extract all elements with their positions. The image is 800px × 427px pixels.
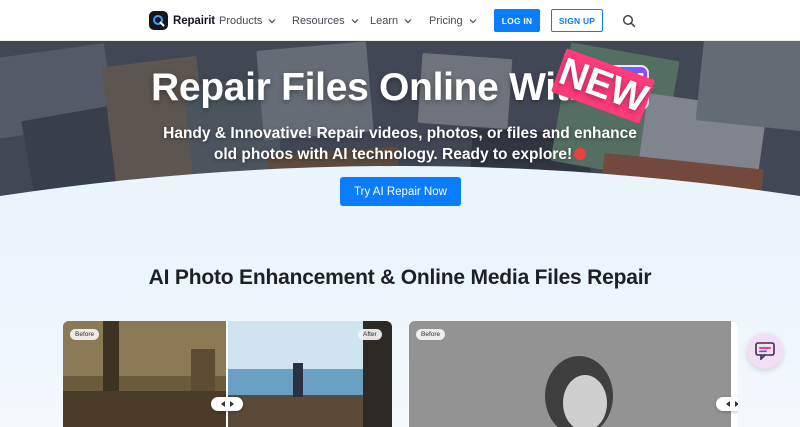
nav-item-label: Products: [219, 14, 263, 27]
chat-support-icon[interactable]: [747, 333, 783, 369]
photo-compare-card[interactable]: Before After: [63, 321, 392, 427]
chevron-down-icon: [268, 18, 276, 23]
features-section: AI Photo Enhancement & Online Media File…: [0, 236, 800, 427]
ai-badge-icon: AI NEW: [550, 48, 656, 124]
hero-subtitle-text: Handy & Innovative! Repair videos, photo…: [163, 125, 637, 163]
compare-slider-handle-icon[interactable]: [716, 397, 738, 411]
signup-button[interactable]: SIGN UP: [551, 9, 603, 32]
rocket-icon: [574, 148, 587, 160]
nav-item-learn[interactable]: Learn: [370, 13, 413, 28]
old-photo-preview: [409, 321, 738, 427]
repairit-logo-icon: [149, 11, 168, 30]
nav-item-label: Pricing: [429, 14, 463, 27]
after-label: After: [358, 329, 382, 340]
photo-enhance-card[interactable]: Before: [409, 321, 738, 427]
nav-item-label: Resources: [292, 14, 345, 27]
brand-name: Repairit: [173, 14, 216, 27]
chevron-down-icon: [404, 18, 412, 23]
nav-item-products[interactable]: Products: [219, 13, 277, 28]
login-button[interactable]: LOG IN: [494, 9, 540, 32]
chevron-down-icon: [469, 18, 477, 23]
search-icon[interactable]: [622, 14, 636, 28]
before-label: Before: [416, 329, 446, 340]
compare-slider-handle-icon[interactable]: [211, 397, 243, 411]
hero-banner: Repair Files Online With AI NEW Handy & …: [0, 41, 800, 236]
hero-title: Repair Files Online With AI NEW: [0, 48, 800, 124]
section-title: AI Photo Enhancement & Online Media File…: [148, 266, 652, 289]
hero-title-text: Repair Files Online With: [150, 65, 592, 109]
nav-item-pricing[interactable]: Pricing: [429, 13, 478, 28]
chevron-down-icon: [351, 18, 359, 23]
top-navigation: Repairit Products Resources Learn Pricin…: [0, 0, 800, 41]
nav-item-resources[interactable]: Resources: [292, 13, 360, 28]
hero-subtitle: Handy & Innovative! Repair videos, photo…: [150, 123, 650, 165]
brand-logo[interactable]: Repairit: [149, 10, 215, 31]
compare-divider[interactable]: [226, 321, 228, 427]
try-ai-repair-button[interactable]: Try AI Repair Now: [340, 177, 461, 206]
before-label: Before: [70, 329, 100, 340]
nav-item-label: Learn: [370, 14, 399, 27]
